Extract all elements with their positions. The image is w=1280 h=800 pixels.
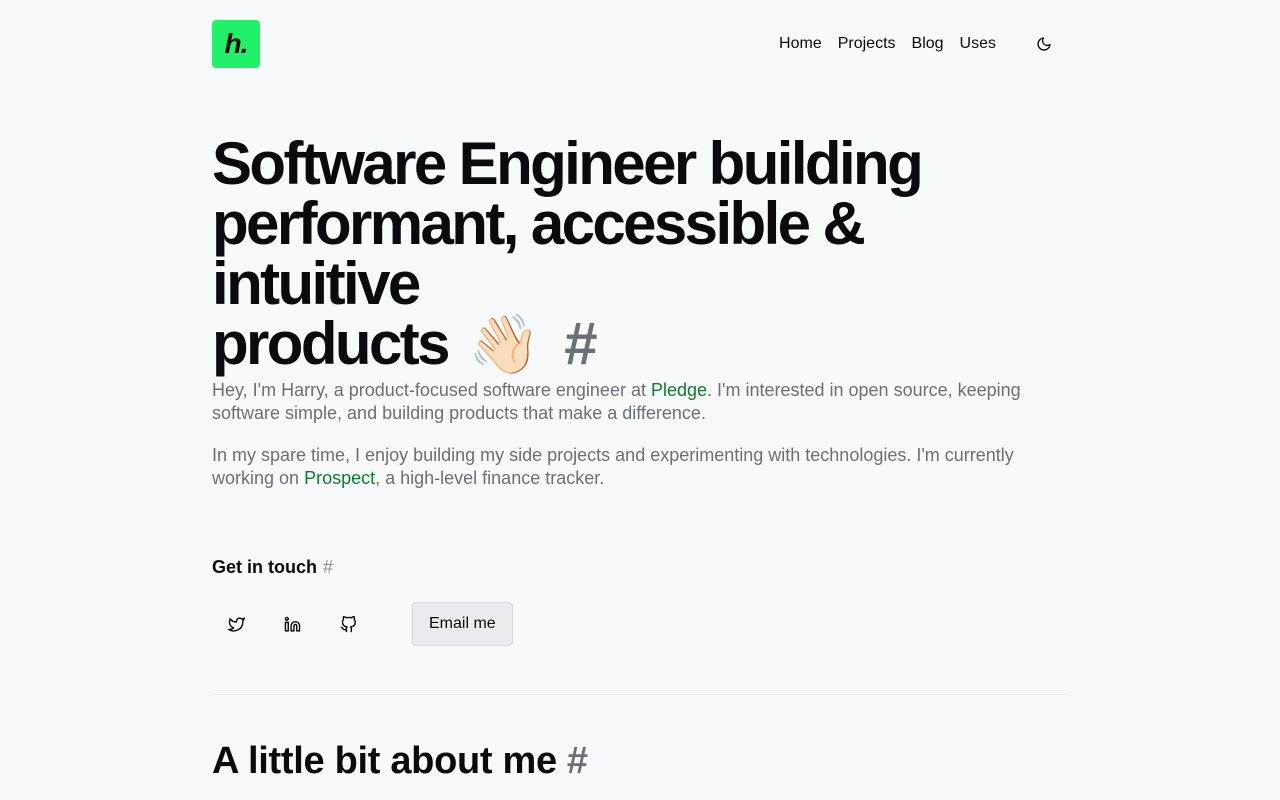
hero-line-2: performant, accessible & intuitive <box>212 190 866 317</box>
nav-uses[interactable]: Uses <box>960 35 996 53</box>
nav-projects[interactable]: Projects <box>838 35 896 53</box>
hero-anchor-link[interactable]: # <box>564 310 597 377</box>
email-me-button[interactable]: Email me <box>412 602 513 646</box>
nav-blog[interactable]: Blog <box>912 35 944 53</box>
about-heading: A little bit about me # <box>212 740 588 783</box>
github-icon <box>340 615 356 632</box>
hero-line-3: products <box>212 310 450 377</box>
get-in-touch-anchor[interactable]: # <box>323 557 333 577</box>
hero-heading: Software Engineer building performant, a… <box>212 134 1068 375</box>
wave-emoji: 👋🏻 <box>467 312 541 377</box>
about-anchor[interactable]: # <box>567 740 588 782</box>
intro-paragraph-1: Hey, I'm Harry, a product-focused softwa… <box>212 379 1068 425</box>
get-in-touch-heading: Get in touch # <box>212 557 333 578</box>
main-nav: Home Projects Blog Uses <box>779 20 996 68</box>
prospect-link[interactable]: Prospect <box>304 468 375 488</box>
intro-text: Hey, I'm Harry, a product-focused softwa… <box>212 379 1068 509</box>
social-links: Email me <box>212 602 513 646</box>
site-logo[interactable]: h. <box>212 20 260 68</box>
twitter-icon <box>227 616 245 632</box>
theme-toggle-button[interactable] <box>1032 32 1056 56</box>
intro-paragraph-2: In my spare time, I enjoy building my si… <box>212 444 1068 490</box>
section-divider <box>212 694 1068 695</box>
linkedin-icon <box>284 616 300 632</box>
get-in-touch-label: Get in touch <box>212 557 317 577</box>
about-heading-label: A little bit about me <box>212 740 557 782</box>
intro-p1-text: Hey, I'm Harry, a product-focused softwa… <box>212 380 651 400</box>
github-button[interactable] <box>324 602 372 646</box>
hero-line-1: Software Engineer building <box>212 130 924 197</box>
twitter-button[interactable] <box>212 602 260 646</box>
pledge-link[interactable]: Pledge <box>651 380 707 400</box>
nav-home[interactable]: Home <box>779 35 822 53</box>
linkedin-button[interactable] <box>268 602 316 646</box>
moon-icon <box>1037 37 1051 51</box>
site-header: h. Home Projects Blog Uses <box>212 20 1068 68</box>
intro-p2-text-end: , a high-level finance tracker. <box>375 468 605 488</box>
